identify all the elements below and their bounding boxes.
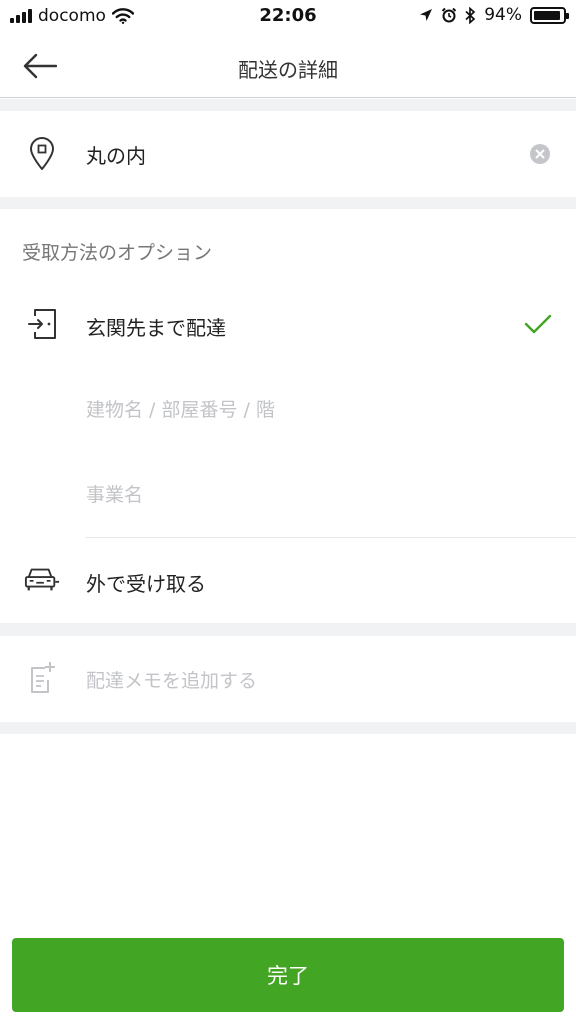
battery-level: [534, 10, 561, 20]
clear-address-button[interactable]: [530, 144, 550, 164]
address-value[interactable]: 丸の内: [86, 140, 146, 169]
options-section-title: 受取方法のオプション: [22, 242, 213, 264]
option-door-label: 玄関先まで配達: [86, 316, 226, 340]
building-room-floor-input[interactable]: [86, 390, 546, 430]
nav-bar: 配送の詳細: [0, 34, 576, 98]
page-title: 配送の詳細: [238, 58, 338, 82]
section-separator: [0, 197, 576, 209]
location-arrow-icon: [420, 9, 433, 21]
address-row[interactable]: 丸の内: [0, 111, 576, 197]
done-button[interactable]: 完了: [12, 938, 564, 1012]
door-icon: [24, 308, 60, 340]
status-bar: docomo 22:06 94%: [0, 0, 576, 34]
status-right: 94%: [419, 5, 569, 25]
delivery-details-screen: docomo 22:06 94% 配送の詳細 丸の内 受取方法のオプション 玄関…: [0, 0, 576, 1024]
clear-circle-icon: [535, 149, 545, 159]
battery-percent: 94%: [484, 5, 522, 25]
battery-icon: [530, 6, 569, 24]
option-door-delivery[interactable]: 玄関先まで配達: [0, 290, 576, 360]
location-pin-icon: [24, 137, 60, 171]
option-pickup-outside[interactable]: 外で受け取る: [0, 545, 576, 615]
alarm-icon: [441, 7, 457, 23]
section-separator: [0, 722, 576, 734]
memo-label: 配達メモを追加する: [86, 670, 258, 692]
car-icon: [24, 565, 60, 593]
note-add-icon: [24, 660, 60, 694]
section-separator: [0, 623, 576, 636]
checkmark-icon: [524, 314, 552, 334]
add-delivery-memo[interactable]: 配達メモを追加する: [0, 636, 576, 722]
divider: [86, 537, 576, 538]
bluetooth-icon: [465, 6, 476, 24]
option-outside-label: 外で受け取る: [86, 572, 206, 596]
section-separator: [0, 99, 576, 111]
business-name-input[interactable]: [86, 475, 546, 515]
